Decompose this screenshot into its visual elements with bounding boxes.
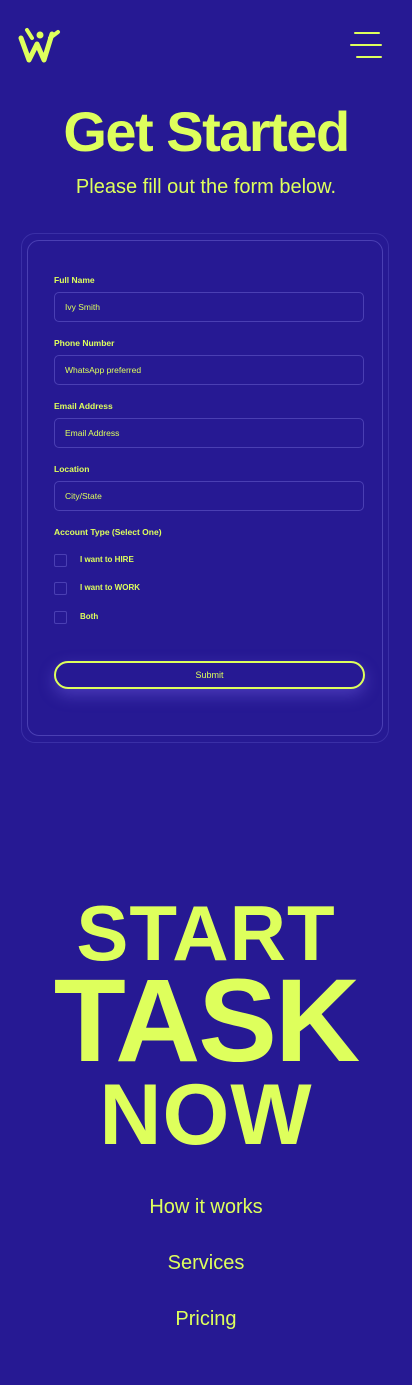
site-header xyxy=(0,0,412,90)
email-address-input[interactable]: Email Address xyxy=(54,418,364,448)
work-checkbox[interactable] xyxy=(54,582,67,595)
hamburger-menu-icon[interactable] xyxy=(350,32,384,60)
w-logo-icon[interactable] xyxy=(18,26,62,66)
both-option-label: Both xyxy=(80,612,99,621)
phone-number-label: Phone Number xyxy=(54,338,115,348)
location-input[interactable]: City/State xyxy=(54,481,364,511)
phone-number-input[interactable]: WhatsApp preferred xyxy=(54,355,364,385)
cta-task-text: TASK xyxy=(53,955,360,1087)
hire-option-label: I want to HIRE xyxy=(80,555,134,564)
nav-link-how-it-works[interactable]: How it works xyxy=(0,1194,412,1220)
page-subtitle: Please fill out the form below. xyxy=(75,176,337,198)
page-title: Get Started xyxy=(63,100,350,163)
full-name-input[interactable]: Ivy Smith xyxy=(54,292,364,322)
hire-checkbox[interactable] xyxy=(54,554,67,567)
nav-link-pricing[interactable]: Pricing xyxy=(0,1306,412,1332)
full-name-label: Full Name xyxy=(54,275,95,285)
submit-button[interactable]: Submit xyxy=(54,661,365,689)
location-label: Location xyxy=(54,464,90,474)
nav-link-services[interactable]: Services xyxy=(0,1250,412,1276)
cta-now-text: NOW xyxy=(99,1067,313,1163)
account-type-label: Account Type (Select One) xyxy=(54,527,162,537)
work-option-label: I want to WORK xyxy=(80,583,140,592)
email-address-label: Email Address xyxy=(54,401,113,411)
both-checkbox[interactable] xyxy=(54,611,67,624)
